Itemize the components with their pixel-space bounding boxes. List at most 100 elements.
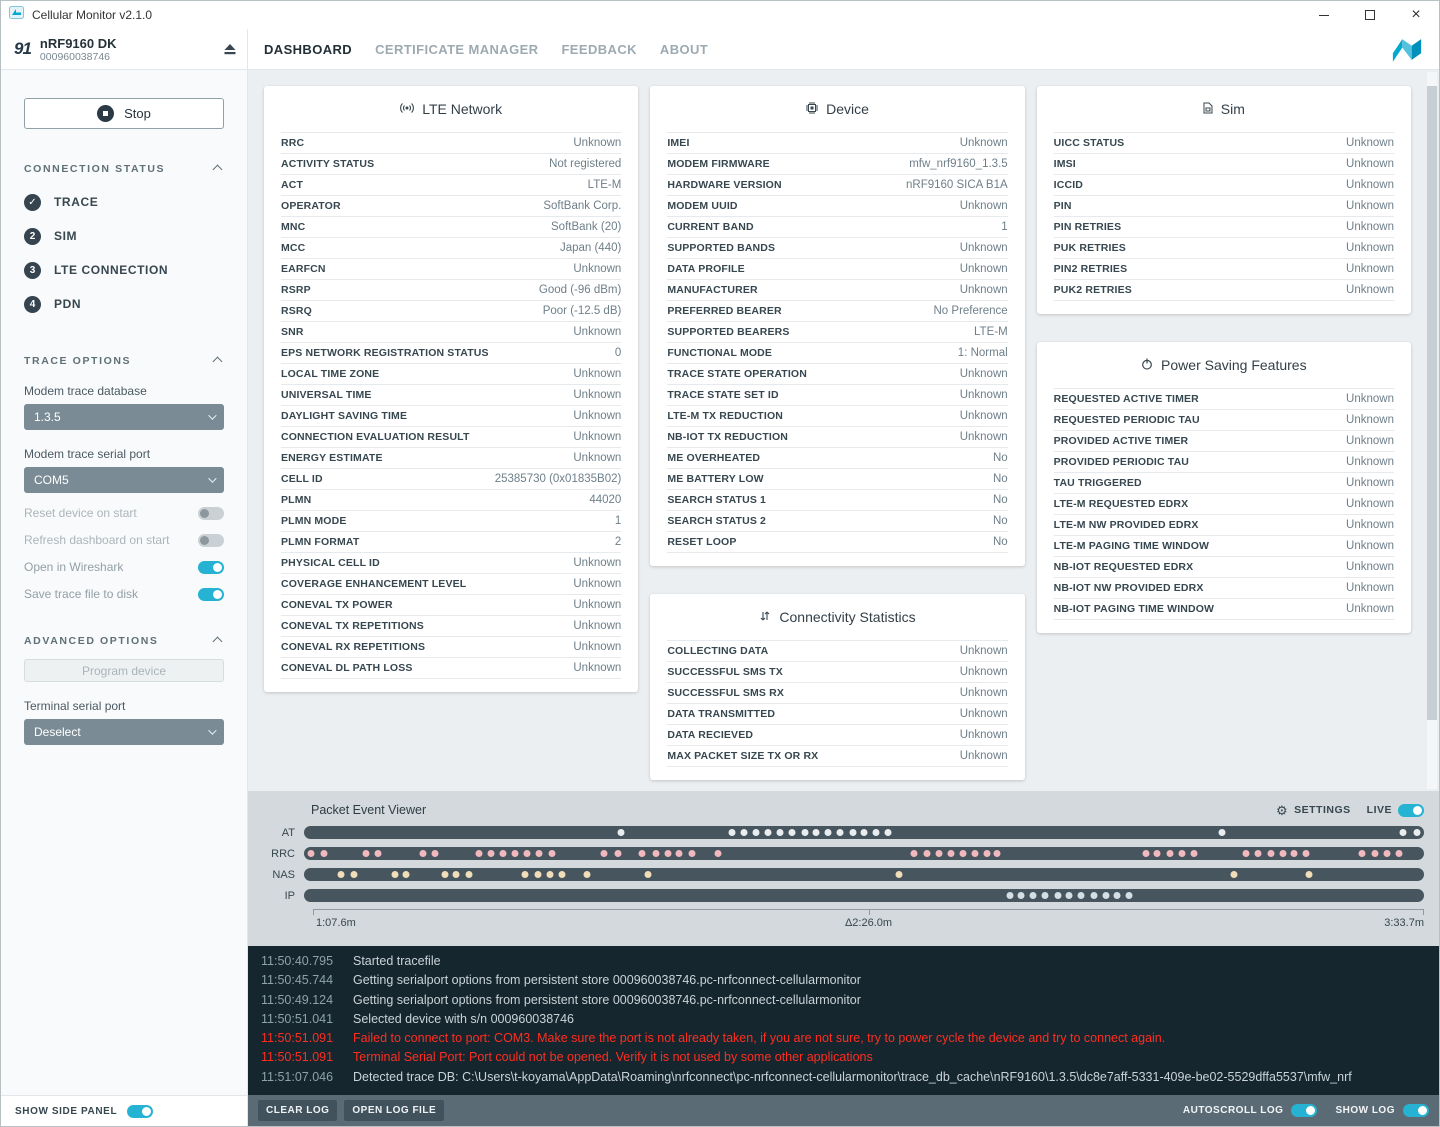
terminal-serial-port-select[interactable]: Deselect xyxy=(24,719,224,745)
reset-device-on-start-toggle[interactable] xyxy=(198,507,224,520)
section-title: CONNECTION STATUS xyxy=(24,163,165,175)
packet-viewer-header: Packet Event Viewer ⚙ SETTINGS LIVE xyxy=(264,800,1424,820)
field-value: Unknown xyxy=(1346,284,1394,296)
connectivity-statistics-icon xyxy=(759,609,771,625)
table-row: CURRENT BAND1 xyxy=(667,217,1007,238)
nav-dashboard[interactable]: DASHBOARD xyxy=(264,42,352,57)
clear-log-button[interactable]: CLEAR LOG xyxy=(258,1100,337,1121)
power-saving-fields: REQUESTED ACTIVE TIMERUnknownREQUESTED P… xyxy=(1054,388,1394,620)
refresh-dashboard-on-start-toggle[interactable] xyxy=(198,534,224,547)
eject-button[interactable] xyxy=(223,43,237,56)
field-value: Unknown xyxy=(960,242,1008,254)
live-toggle[interactable] xyxy=(1398,804,1424,817)
scrollbar-thumb[interactable] xyxy=(1427,86,1437,720)
field-value: Unknown xyxy=(960,137,1008,149)
packet-event-dot xyxy=(812,829,819,836)
table-row: ICCIDUnknown xyxy=(1054,175,1394,196)
show-side-panel-toggle[interactable] xyxy=(127,1105,153,1118)
chevron-down-icon xyxy=(208,411,216,419)
table-row: SUPPORTED BANDSUnknown xyxy=(667,238,1007,259)
close-button[interactable]: × xyxy=(1393,1,1439,29)
packet-event-dot xyxy=(1396,850,1403,857)
field-label: NB-IOT TX REDUCTION xyxy=(667,431,788,443)
table-row: TRACE STATE OPERATIONUnknown xyxy=(667,364,1007,385)
field-value: mfw_nrf9160_1.3.5 xyxy=(909,158,1007,170)
save-trace-file-to-disk-toggle[interactable] xyxy=(198,588,224,601)
open-in-wireshark-toggle[interactable] xyxy=(198,561,224,574)
open-log-file-button[interactable]: OPEN LOG FILE xyxy=(344,1100,444,1121)
field-label: RSRQ xyxy=(281,305,312,317)
field-label: SEARCH STATUS 1 xyxy=(667,494,766,506)
packet-event-dot xyxy=(584,871,591,878)
field-label: PROVIDED ACTIVE TIMER xyxy=(1054,435,1189,447)
log-line: 11:50:51.041Selected device with s/n 000… xyxy=(261,1010,1439,1029)
window-controls: × xyxy=(1301,1,1439,29)
field-label: TRACE STATE OPERATION xyxy=(667,368,807,380)
table-row: LTE-M PAGING TIME WINDOWUnknown xyxy=(1054,536,1394,557)
packet-event-dot xyxy=(984,850,991,857)
nav-about[interactable]: ABOUT xyxy=(660,42,708,57)
device-selector[interactable]: 91 nRF9160 DK 000960038746 xyxy=(1,29,248,69)
card-header: Connectivity Statistics xyxy=(650,594,1024,640)
packet-event-dot xyxy=(402,871,409,878)
collapse-chevron-icon[interactable] xyxy=(213,636,223,646)
log-message: Failed to connect to port: COM3. Make su… xyxy=(353,1029,1165,1048)
packet-row-rrc: RRC xyxy=(264,847,1424,860)
table-row: MAX PACKET SIZE TX OR RXUnknown xyxy=(667,746,1007,767)
field-value: Unknown xyxy=(573,410,621,422)
stop-button[interactable]: Stop xyxy=(24,98,224,129)
maximize-icon xyxy=(1365,10,1375,20)
modem-trace-database-select[interactable]: 1.3.5 xyxy=(24,404,224,430)
minimize-icon xyxy=(1319,15,1329,16)
table-row: MNCSoftBank (20) xyxy=(281,217,621,238)
packet-event-dot xyxy=(337,871,344,878)
field-value: Unknown xyxy=(573,389,621,401)
field-value: Unknown xyxy=(1346,435,1394,447)
field-value: 0 xyxy=(615,347,621,359)
minimize-button[interactable] xyxy=(1301,1,1347,29)
field-value: Unknown xyxy=(1346,540,1394,552)
collapse-chevron-icon[interactable] xyxy=(213,164,223,174)
packet-event-dot xyxy=(1303,850,1310,857)
field-value: Unknown xyxy=(960,200,1008,212)
packet-event-dot xyxy=(688,850,695,857)
app-window: Cellular Monitor v2.1.0 × 91 nRF9160 DK … xyxy=(0,0,1440,1127)
packet-event-viewer: Packet Event Viewer ⚙ SETTINGS LIVE ATRR… xyxy=(248,791,1439,946)
device-logo: 91 xyxy=(14,39,31,59)
table-row: ACTIVITY STATUSNot registered xyxy=(281,154,621,175)
autoscroll-log-toggle[interactable] xyxy=(1291,1104,1317,1117)
side-panel-footer: SHOW SIDE PANEL xyxy=(1,1095,247,1126)
field-value: Unknown xyxy=(573,599,621,611)
show-log-toggle[interactable] xyxy=(1403,1104,1429,1117)
dashboard-scrollbar[interactable] xyxy=(1427,72,1437,789)
card-sim: Sim UICC STATUSUnknownIMSIUnknownICCIDUn… xyxy=(1037,86,1411,314)
packet-event-dot xyxy=(1126,892,1133,899)
log-line: 11:50:40.795Started tracefile xyxy=(261,952,1439,971)
toggle-knob xyxy=(142,1107,151,1116)
table-row: DAYLIGHT SAVING TIMEUnknown xyxy=(281,406,621,427)
settings-button[interactable]: ⚙ SETTINGS xyxy=(1276,804,1351,817)
field-label: LTE-M NW PROVIDED EDRX xyxy=(1054,519,1199,531)
log-line: 11:50:51.091Failed to connect to port: C… xyxy=(261,1029,1439,1048)
packet-event-dot xyxy=(911,850,918,857)
maximize-button[interactable] xyxy=(1347,1,1393,29)
nav-feedback[interactable]: FEEDBACK xyxy=(561,42,636,57)
log-output[interactable]: 11:50:40.795Started tracefile11:50:45.74… xyxy=(248,946,1439,1095)
step-label: PDN xyxy=(54,297,81,311)
close-icon: × xyxy=(1411,7,1420,23)
field-value: LTE-M xyxy=(588,179,622,191)
field-label: MANUFACTURER xyxy=(667,284,757,296)
packet-event-dot xyxy=(1219,829,1226,836)
table-row: DATA PROFILEUnknown xyxy=(667,259,1007,280)
modem-trace-serial-port-select[interactable]: COM5 xyxy=(24,467,224,493)
table-row: SEARCH STATUS 2No xyxy=(667,511,1007,532)
collapse-chevron-icon[interactable] xyxy=(213,356,223,366)
program-device-button[interactable]: Program device xyxy=(24,659,224,682)
table-row: TAU TRIGGEREDUnknown xyxy=(1054,473,1394,494)
field-label: TAU TRIGGERED xyxy=(1054,477,1142,489)
field-label: IMEI xyxy=(667,137,689,149)
nav-certificate-manager[interactable]: CERTIFICATE MANAGER xyxy=(375,42,538,57)
field-value: Unknown xyxy=(1346,137,1394,149)
card-device: Device IMEIUnknownMODEM FIRMWAREmfw_nrf9… xyxy=(650,86,1024,566)
field-value: Unknown xyxy=(573,620,621,632)
